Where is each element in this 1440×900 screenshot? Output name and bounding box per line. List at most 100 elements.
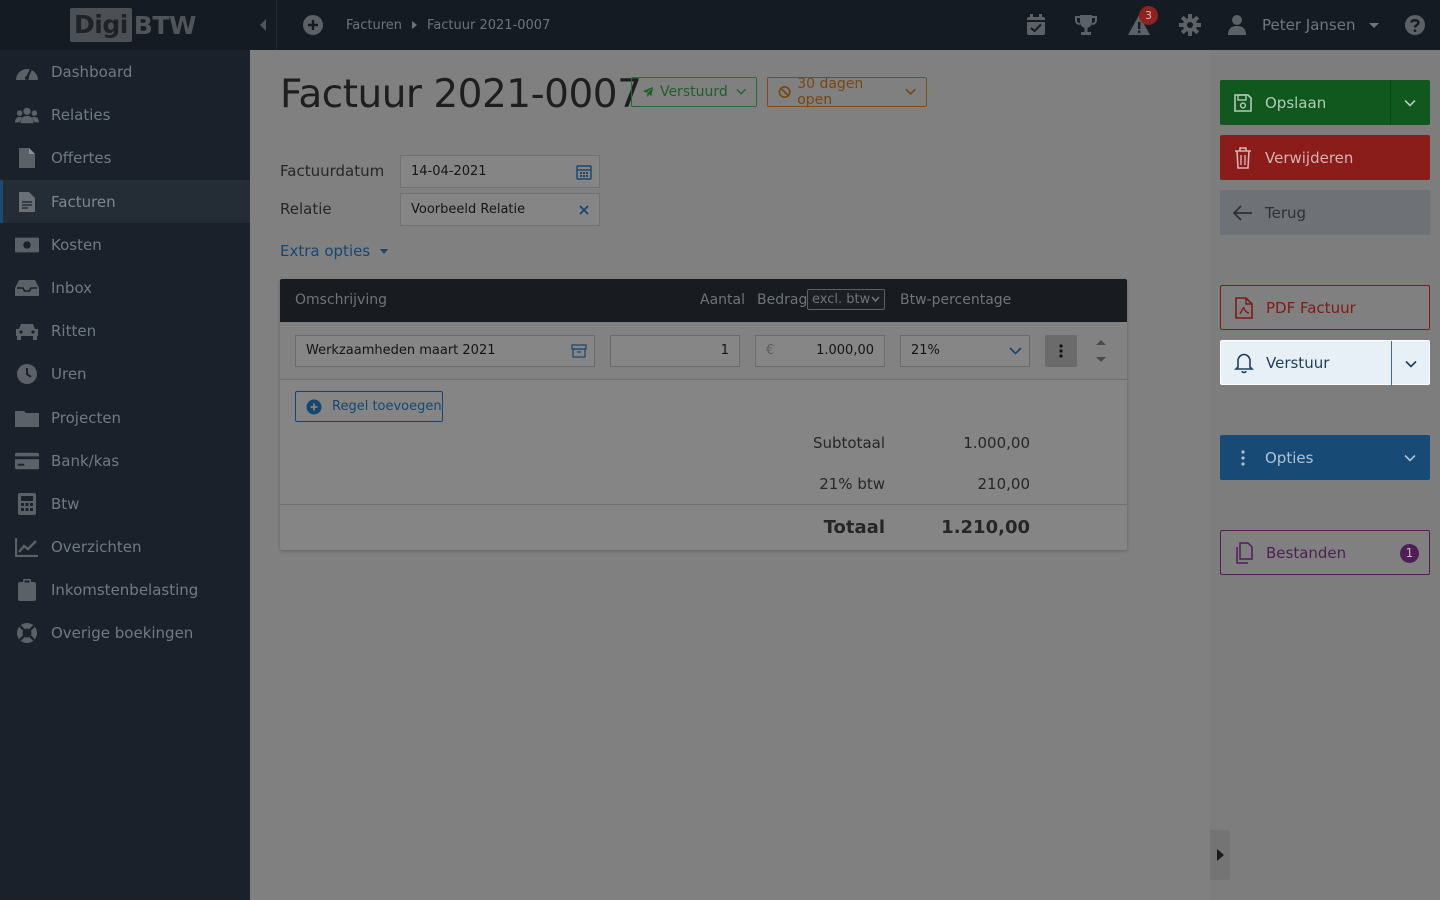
chevron-down-icon: [1404, 454, 1416, 462]
lifebuoy-icon: [15, 621, 39, 645]
user-icon: [1228, 15, 1246, 35]
kebab-menu-icon: [1059, 344, 1063, 358]
chevron-down-icon: [871, 296, 880, 303]
clock-icon: [15, 362, 39, 386]
user-menu[interactable]: Peter Jansen: [1226, 0, 1380, 50]
caret-down-icon: [1369, 22, 1380, 28]
options-button[interactable]: Opties: [1220, 435, 1430, 480]
plus-circle-icon: [303, 15, 323, 35]
brand-logo[interactable]: Digi BTW: [70, 8, 196, 42]
status-sent-dropdown[interactable]: Verstuurd: [631, 77, 757, 107]
delete-button[interactable]: Verwijderen: [1220, 135, 1430, 180]
sidebar-item-label: Offertes: [51, 148, 112, 167]
users-icon: [15, 103, 39, 127]
relation-field[interactable]: Voorbeeld Relatie: [400, 193, 600, 226]
sidebar-item-facturen[interactable]: Facturen: [0, 180, 250, 223]
sidebar-item-offertes[interactable]: Offertes: [0, 136, 250, 179]
top-bar: Digi BTW Facturen Factuur 2021-0007 3 Pet…: [0, 0, 1440, 50]
calendar-icon[interactable]: [576, 164, 592, 180]
sidebar-item-uren[interactable]: Uren: [0, 352, 250, 395]
clipboard-icon: [15, 578, 39, 602]
calendar-check-button[interactable]: [1024, 13, 1048, 37]
sidebar-item-relaties[interactable]: Relaties: [0, 93, 250, 136]
pdf-invoice-button[interactable]: PDF Factuur: [1220, 285, 1430, 330]
alerts-count-badge: 3: [1139, 6, 1158, 25]
help-button[interactable]: [1403, 13, 1427, 37]
column-header-description: Omschrijving: [295, 292, 387, 308]
delete-label: Verwijderen: [1265, 148, 1354, 167]
sidebar-item-label: Facturen: [51, 192, 116, 211]
sidebar-item-inbox[interactable]: Inbox: [0, 266, 250, 309]
sidebar-item-inkomstenbelasting[interactable]: Inkomstenbelasting: [0, 568, 250, 611]
add-line-label: Regel toevoegen: [332, 399, 442, 414]
extra-options-toggle[interactable]: Extra opties: [280, 242, 389, 260]
chart-icon: [15, 535, 39, 559]
calculator-icon: [15, 492, 39, 516]
row-menu-button[interactable]: [1045, 335, 1077, 367]
split-divider: [1391, 341, 1392, 386]
gear-icon: [1179, 14, 1201, 36]
sidebar-item-label: Relaties: [51, 105, 111, 124]
invoice-date-field[interactable]: 14-04-2021: [400, 155, 600, 188]
files-icon: [1233, 541, 1255, 564]
logo-btw: BTW: [133, 10, 197, 40]
vat-total-label: 21% btw: [819, 475, 885, 493]
toggle-panel-button[interactable]: [1210, 830, 1230, 880]
add-line-button[interactable]: Regel toevoegen: [295, 391, 443, 422]
sidebar-item-dashboard[interactable]: Dashboard: [0, 50, 250, 93]
quantity-value: 1: [720, 343, 729, 358]
sidebar-item-label: Overzichten: [51, 537, 142, 556]
files-button[interactable]: Bestanden 1: [1220, 530, 1430, 575]
quantity-input[interactable]: 1: [610, 335, 740, 367]
sidebar-item-ritten[interactable]: Ritten: [0, 309, 250, 352]
sidebar-item-label: Overige boekingen: [51, 623, 194, 642]
relation-label: Relatie: [280, 200, 332, 218]
sidebar-item-label: Ritten: [51, 321, 97, 340]
sidebar-item-overige-boekingen[interactable]: Overige boekingen: [0, 611, 250, 654]
add-new-button[interactable]: [302, 14, 324, 36]
caret-right-icon: [1216, 849, 1224, 861]
chevron-down-icon: [736, 88, 746, 95]
back-label: Terug: [1265, 203, 1307, 222]
box-icon[interactable]: [571, 344, 587, 358]
trophy-button[interactable]: [1074, 13, 1098, 37]
sidebar-item-kosten[interactable]: Kosten: [0, 223, 250, 266]
send-button[interactable]: Verstuur: [1220, 340, 1430, 386]
amount-mode-select[interactable]: excl. btw: [807, 289, 885, 310]
ban-icon: [778, 85, 791, 99]
column-header-vat: Btw-percentage: [900, 292, 1012, 308]
chevron-down-icon[interactable]: [1403, 356, 1419, 372]
vat-select[interactable]: 21%: [900, 335, 1030, 367]
save-icon: [1232, 92, 1254, 114]
status-open-label: 30 dagen open: [797, 76, 864, 108]
breadcrumb-current: Factuur 2021-0007: [427, 17, 551, 33]
bell-icon: [1233, 352, 1255, 374]
sidebar-item-label: Dashboard: [51, 62, 133, 81]
pdf-invoice-label: PDF Factuur: [1266, 298, 1356, 317]
sidebar-item-btw[interactable]: Btw: [0, 482, 250, 525]
sidebar-item-bank-kas[interactable]: Bank/kas: [0, 439, 250, 482]
collapse-sidebar-button[interactable]: [250, 0, 276, 50]
breadcrumb-facturen[interactable]: Facturen: [346, 18, 402, 33]
options-label: Opties: [1265, 448, 1314, 467]
description-input[interactable]: Werkzaamheden maart 2021: [295, 335, 595, 367]
save-button[interactable]: Opslaan: [1220, 80, 1430, 125]
invoice-lines-table: Omschrijving Aantal Bedrag excl. btw Btw…: [280, 279, 1127, 550]
chevron-down-icon[interactable]: [1402, 95, 1418, 111]
close-icon[interactable]: [576, 202, 592, 218]
sidebar-item-projecten[interactable]: Projecten: [0, 396, 250, 439]
amount-mode-value: excl. btw: [812, 292, 871, 307]
amount-input[interactable]: € 1.000,00: [755, 335, 885, 367]
chevron-left-icon: [260, 19, 266, 31]
settings-button[interactable]: [1178, 13, 1202, 37]
files-count-badge: 1: [1400, 544, 1419, 563]
question-circle-icon: [1405, 15, 1425, 35]
status-open-dropdown[interactable]: 30 dagen open: [767, 76, 927, 108]
currency-symbol: €: [766, 343, 775, 358]
sidebar-item-label: Btw: [51, 494, 80, 513]
move-row-handle[interactable]: [1095, 338, 1107, 364]
save-label: Opslaan: [1265, 93, 1327, 112]
back-button[interactable]: Terug: [1220, 190, 1430, 235]
sidebar-item-overzichten[interactable]: Overzichten: [0, 525, 250, 568]
car-icon: [15, 319, 39, 343]
